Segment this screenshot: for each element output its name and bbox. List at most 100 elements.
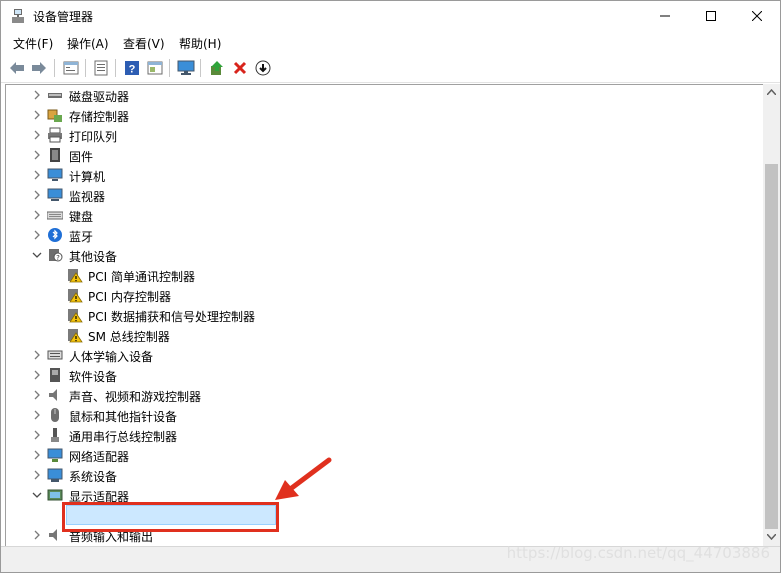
- tree-category[interactable]: 软件设备: [6, 365, 746, 385]
- display-adapter-icon: [47, 489, 63, 501]
- close-icon: [752, 11, 762, 21]
- tree-category[interactable]: 声音、视频和游戏控制器: [6, 385, 746, 405]
- mouse-icon: [51, 408, 59, 422]
- chevron-right-icon[interactable]: [32, 450, 42, 460]
- chevron-right-icon[interactable]: [32, 110, 42, 120]
- scan-icon: [255, 60, 271, 76]
- svg-text:?: ?: [56, 254, 60, 262]
- vertical-scrollbar[interactable]: [763, 84, 780, 546]
- forward-button[interactable]: [29, 58, 49, 78]
- tree-category[interactable]: 固件: [6, 145, 746, 165]
- chevron-right-icon[interactable]: [32, 90, 42, 100]
- software-device-icon: [50, 368, 60, 382]
- chevron-right-icon[interactable]: [32, 170, 42, 180]
- help-button[interactable]: ?: [122, 58, 142, 78]
- tree-device[interactable]: SM 总线控制器: [6, 325, 746, 345]
- warning-device-icon: [68, 269, 83, 283]
- menu-view[interactable]: 查看(V): [123, 35, 165, 52]
- tree-category[interactable]: 蓝牙: [6, 225, 746, 245]
- printer-icon: [48, 127, 62, 143]
- chevron-right-icon[interactable]: [32, 130, 42, 140]
- minimize-button[interactable]: [642, 1, 688, 31]
- tree-category-label: 监视器: [69, 190, 106, 204]
- menu-help[interactable]: 帮助(H): [179, 35, 221, 52]
- tree-category[interactable]: 监视器: [6, 185, 746, 205]
- tree-device[interactable]: PCI 简单通讯控制器: [6, 265, 746, 285]
- tree-category[interactable]: 系统设备: [6, 465, 746, 485]
- chevron-right-icon[interactable]: [32, 530, 42, 540]
- tree-category-label: 人体学输入设备: [69, 350, 154, 364]
- tree-category-label: 通用串行总线控制器: [69, 430, 178, 444]
- warning-device-icon: [68, 309, 83, 323]
- usb-icon: [51, 428, 59, 442]
- computer-icon: [47, 168, 63, 181]
- chevron-down-icon[interactable]: [32, 490, 42, 500]
- chevron-right-icon[interactable]: [32, 150, 42, 160]
- toolbar-separator: [85, 59, 86, 77]
- scroll-down-icon[interactable]: [767, 534, 776, 540]
- chevron-right-icon[interactable]: [32, 370, 42, 380]
- update-driver-button[interactable]: [207, 58, 227, 78]
- tree-category-label: 打印队列: [69, 130, 118, 144]
- maximize-icon: [706, 11, 716, 21]
- tree-category[interactable]: 网络适配器: [6, 445, 746, 465]
- tree-device-label: PCI 内存控制器: [88, 290, 171, 304]
- tree-category-label: 声音、视频和游戏控制器: [69, 390, 202, 404]
- audio-io-icon: [49, 529, 57, 541]
- forward-icon: [32, 62, 46, 74]
- properties-button[interactable]: [61, 58, 81, 78]
- tree-category-label: 其他设备: [69, 250, 118, 264]
- tree-category-label: 存储控制器: [69, 110, 130, 124]
- device-manager-icon: [12, 9, 24, 23]
- view-button[interactable]: [145, 58, 165, 78]
- scrollbar-thumb[interactable]: [765, 164, 778, 529]
- tree-category[interactable]: 磁盘驱动器: [6, 85, 746, 105]
- tree-device[interactable]: PCI 内存控制器: [6, 285, 746, 305]
- warning-device-icon: [68, 289, 83, 303]
- device-manager-window: 设备管理器 文件(F) 操作(A) 查看(V) 帮助(H) ? 磁盘驱动器 存储…: [0, 0, 781, 573]
- chevron-right-icon[interactable]: [32, 410, 42, 420]
- chevron-right-icon[interactable]: [32, 190, 42, 200]
- chevron-right-icon[interactable]: [32, 390, 42, 400]
- tree-category[interactable]: ? 其他设备: [6, 245, 746, 265]
- chevron-right-icon[interactable]: [32, 210, 42, 220]
- tree-category[interactable]: 计算机: [6, 165, 746, 185]
- tree-category-label: 蓝牙: [69, 230, 94, 244]
- uninstall-icon: [233, 61, 247, 75]
- menu-action[interactable]: 操作(A): [67, 35, 109, 52]
- tree-category[interactable]: 人体学输入设备: [6, 345, 746, 365]
- close-button[interactable]: [734, 1, 780, 31]
- tree-category[interactable]: 键盘: [6, 205, 746, 225]
- monitor-button[interactable]: [176, 58, 196, 78]
- chevron-down-icon[interactable]: [32, 250, 42, 260]
- warning-device-icon: [68, 329, 83, 343]
- monitor-icon: [47, 188, 63, 201]
- tree-category-label: 软件设备: [69, 370, 118, 384]
- scroll-up-icon[interactable]: [767, 89, 776, 95]
- tree-category[interactable]: 通用串行总线控制器: [6, 425, 746, 445]
- back-button[interactable]: [7, 58, 27, 78]
- bluetooth-icon: [48, 228, 62, 242]
- menu-file[interactable]: 文件(F): [13, 35, 53, 52]
- tree-category[interactable]: 鼠标和其他指针设备: [6, 405, 746, 425]
- tree-device[interactable]: PCI 数据捕获和信号处理控制器: [6, 305, 746, 325]
- chevron-right-icon[interactable]: [32, 350, 42, 360]
- other-devices-icon: ?: [49, 249, 63, 262]
- chevron-right-icon[interactable]: [32, 430, 42, 440]
- view-icon: [147, 61, 163, 75]
- uninstall-button[interactable]: [230, 58, 250, 78]
- chevron-right-icon[interactable]: [32, 230, 42, 240]
- chevron-right-icon[interactable]: [32, 470, 42, 480]
- tree-category-label: 系统设备: [69, 470, 118, 484]
- maximize-button[interactable]: [688, 1, 734, 31]
- system-device-icon: [47, 468, 63, 482]
- scan-button[interactable]: [253, 58, 273, 78]
- device-tree: 磁盘驱动器存储控制器打印队列 固件 计算机监视器 键盘蓝牙? 其他设备 PCI 简单通讯控…: [5, 84, 763, 547]
- help-icon: ?: [125, 61, 139, 76]
- list-button[interactable]: [91, 58, 111, 78]
- minimize-icon: [660, 15, 670, 17]
- tree-category[interactable]: 打印队列: [6, 125, 746, 145]
- tree-category[interactable]: 存储控制器: [6, 105, 746, 125]
- disk-icon: [48, 93, 62, 98]
- storage-controller-icon: [47, 109, 62, 122]
